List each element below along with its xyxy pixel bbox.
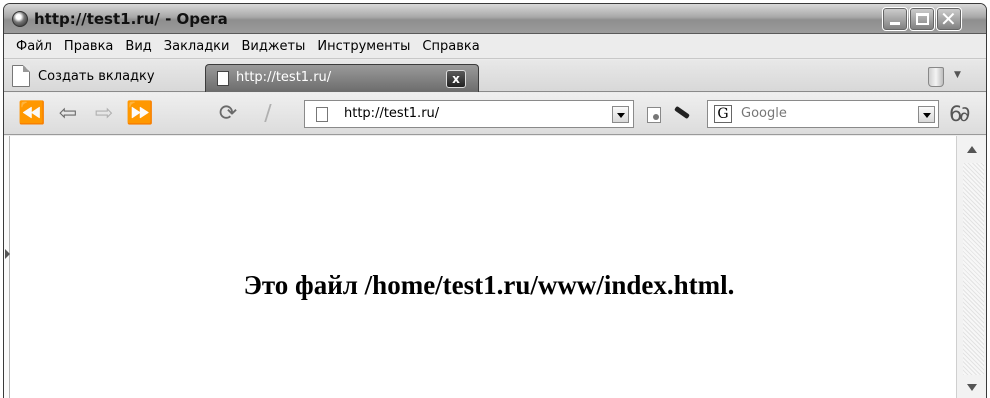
reload-icon[interactable]: ⟳ <box>214 101 242 127</box>
fast-forward-icon[interactable]: ⏩ <box>126 101 154 127</box>
address-dropdown-button[interactable] <box>612 106 629 123</box>
menu-help[interactable]: Справка <box>416 39 485 54</box>
vertical-scrollbar[interactable] <box>956 136 986 398</box>
menu-view[interactable]: Вид <box>119 39 157 54</box>
new-tab-icon <box>12 65 30 87</box>
search-dropdown-button[interactable] <box>918 106 935 123</box>
title-bar[interactable]: http://test1.ru/ - Opera ✕ <box>4 4 986 34</box>
trash-icon[interactable] <box>928 67 944 87</box>
feed-icon[interactable] <box>647 107 661 123</box>
tab-bar: Создать вкладку http://test1.ru/ x ▼ <box>4 60 986 92</box>
opera-icon <box>12 11 28 27</box>
browser-window: http://test1.ru/ - Opera ✕ Файл Правка В… <box>3 3 987 398</box>
glasses-icon[interactable]: 6∂ <box>949 102 970 126</box>
page-heading: Это файл /home/test1.ru/www/index.html. <box>243 270 735 300</box>
back-icon[interactable]: ⇦ <box>54 101 82 127</box>
search-input[interactable]: Google <box>741 106 787 121</box>
panel-toggle[interactable] <box>4 136 10 398</box>
edit-icon[interactable]: ∕ <box>254 101 282 127</box>
chevron-down-icon[interactable]: ▼ <box>954 70 961 80</box>
menu-widgets[interactable]: Виджеты <box>235 39 311 54</box>
maximize-button[interactable] <box>909 7 935 31</box>
window-title: http://test1.ru/ - Opera <box>34 10 228 28</box>
tab-label: http://test1.ru/ <box>236 70 332 85</box>
tab-active[interactable]: http://test1.ru/ x <box>205 64 479 92</box>
address-bar[interactable]: http://test1.ru/ <box>304 100 634 128</box>
maximize-icon <box>916 13 929 25</box>
wand-icon[interactable] <box>672 106 690 124</box>
search-box[interactable]: G Google <box>707 100 939 128</box>
page-content: Это файл /home/test1.ru/www/index.html. <box>4 136 986 398</box>
scroll-down-icon[interactable] <box>967 384 977 391</box>
menu-tools[interactable]: Инструменты <box>311 39 416 54</box>
menu-bar: Файл Правка Вид Закладки Виджеты Инструм… <box>4 35 986 59</box>
close-icon: ✕ <box>940 7 957 31</box>
address-input[interactable]: http://test1.ru/ <box>344 106 439 121</box>
google-icon[interactable]: G <box>714 105 732 123</box>
page-icon <box>316 107 328 122</box>
tab-close-button[interactable]: x <box>446 70 466 88</box>
close-button[interactable]: ✕ <box>936 7 962 31</box>
scroll-up-icon[interactable] <box>967 146 977 153</box>
page-icon <box>217 71 229 86</box>
scroll-track[interactable] <box>963 163 984 375</box>
forward-icon[interactable]: ⇨ <box>90 101 118 127</box>
navigation-toolbar: ⏪ ⇦ ⇨ ⏩ ⟳ ∕ http://test1.ru/ G Google 6∂ <box>4 93 986 135</box>
minimize-icon <box>890 22 900 25</box>
new-tab-label: Создать вкладку <box>38 68 155 84</box>
minimize-button[interactable] <box>882 7 908 31</box>
menu-bookmarks[interactable]: Закладки <box>158 39 236 54</box>
rewind-icon[interactable]: ⏪ <box>18 101 46 127</box>
new-tab-button[interactable]: Создать вкладку <box>12 63 155 89</box>
menu-edit[interactable]: Правка <box>58 39 119 54</box>
menu-file[interactable]: Файл <box>10 39 58 54</box>
